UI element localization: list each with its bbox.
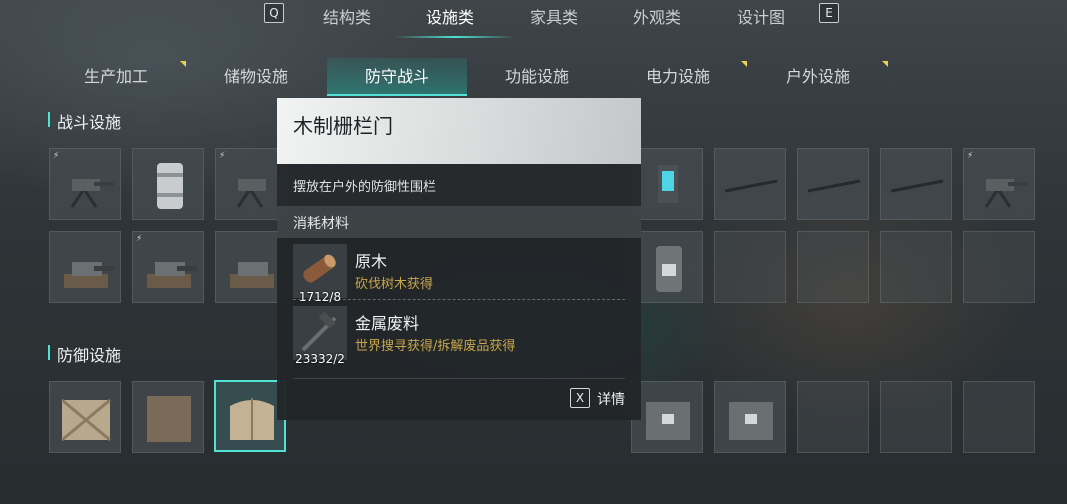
subtab-storage[interactable]: 储物设施	[186, 58, 326, 96]
top-category-nav: Q 结构类 设施类 家具类 外观类 设计图 E	[0, 0, 1067, 38]
lock-gate-icon	[729, 402, 773, 440]
details-button[interactable]: 详情	[597, 389, 625, 409]
material-name: 金属废料	[355, 314, 420, 333]
subtab-outdoor[interactable]: 户外设施	[748, 58, 888, 96]
item-slot-empty[interactable]	[880, 231, 952, 303]
sub-tab-bar: 生产加工 储物设施 防守战斗 功能设施 电力设施 户外设施	[0, 58, 1067, 96]
item-slot-barrel[interactable]	[132, 148, 204, 220]
material-name: 原木	[355, 252, 388, 271]
tooltip-description: 摆放在户外的防御性围栏	[293, 180, 437, 195]
tooltip-description-bar: 摆放在户外的防御性围栏	[277, 164, 641, 206]
barrel-icon	[157, 163, 183, 209]
key-hint-e[interactable]: E	[819, 3, 839, 23]
turret-icon	[984, 179, 1028, 208]
active-category-underline	[394, 36, 516, 38]
material-row: 1712/8 原木 砍伐树木获得	[293, 244, 625, 304]
locked-barrel-icon	[656, 246, 682, 292]
new-marker-icon	[882, 61, 888, 67]
key-hint-x[interactable]: X	[570, 388, 590, 408]
key-hint-q[interactable]: Q	[264, 3, 284, 23]
wood-wall-icon	[147, 396, 191, 442]
turret-icon	[70, 179, 114, 208]
item-slot-cannon[interactable]	[49, 231, 121, 303]
item-slot-turret[interactable]: ⚡	[49, 148, 121, 220]
section-title-defense: 防御设施	[48, 342, 121, 366]
wood-gate-icon	[230, 398, 274, 440]
subtab-defense-combat[interactable]: 防守战斗	[327, 58, 467, 96]
tab-blueprints[interactable]: 设计图	[737, 4, 785, 28]
material-row: 23332/2 金属废料 世界搜寻获得/拆解废品获得	[293, 306, 625, 366]
item-slot-wood-fence-gate[interactable]	[214, 380, 286, 452]
subtab-power[interactable]: 电力设施	[608, 58, 748, 96]
item-slot-tesla[interactable]	[631, 148, 703, 220]
item-slot-cannon[interactable]: ⚡	[132, 231, 204, 303]
materials-header: 消耗材料	[293, 216, 349, 232]
spike-trap-icon	[890, 179, 944, 193]
subtab-production[interactable]: 生产加工	[46, 58, 186, 96]
material-divider	[293, 299, 625, 300]
item-slot-empty[interactable]	[714, 231, 786, 303]
item-slot-locked-barrel[interactable]	[631, 231, 703, 303]
item-slot-empty[interactable]	[963, 231, 1035, 303]
subtab-function[interactable]: 功能设施	[467, 58, 607, 96]
item-slot-spike[interactable]	[880, 148, 952, 220]
material-count: 23332/2	[295, 352, 345, 366]
item-slot-empty[interactable]	[797, 381, 869, 453]
material-source: 世界搜寻获得/拆解废品获得	[355, 339, 516, 354]
item-tooltip: 木制栅栏门 摆放在户外的防御性围栏 消耗材料 1712/8 原木 砍伐树木获得 …	[277, 98, 641, 420]
item-slot-wood-fence[interactable]	[49, 381, 121, 453]
tooltip-title: 木制栅栏门	[293, 114, 393, 138]
item-slot-metal-gate[interactable]	[631, 381, 703, 453]
materials-list: 1712/8 原木 砍伐树木获得 23332/2 金属废料 世界搜寻获得/拆解废…	[277, 238, 641, 420]
tab-appearance[interactable]: 外观类	[633, 4, 681, 28]
cannon-icon	[147, 262, 197, 288]
item-slot-empty[interactable]	[963, 381, 1035, 453]
footer-divider	[293, 378, 625, 379]
item-slot-empty[interactable]	[797, 231, 869, 303]
spike-trap-icon	[724, 179, 778, 193]
item-slot-turret[interactable]: ⚡	[963, 148, 1035, 220]
tooltip-header: 木制栅栏门	[277, 98, 641, 164]
new-marker-icon	[741, 61, 747, 67]
tab-facilities[interactable]: 设施类	[426, 4, 474, 28]
item-slot-empty[interactable]	[880, 381, 952, 453]
item-slot-wood-wall[interactable]	[132, 381, 204, 453]
item-slot-spike[interactable]	[714, 148, 786, 220]
material-source: 砍伐树木获得	[355, 277, 434, 292]
item-slot-spike[interactable]	[797, 148, 869, 220]
tab-furniture[interactable]: 家具类	[530, 4, 578, 28]
wood-fence-icon	[61, 398, 111, 442]
section-title-combat: 战斗设施	[48, 109, 121, 133]
tab-structure[interactable]: 结构类	[323, 4, 371, 28]
cannon-icon	[64, 262, 114, 288]
material-count: 1712/8	[298, 290, 342, 304]
tesla-coil-icon	[658, 165, 678, 203]
item-slot-metal-gate[interactable]	[714, 381, 786, 453]
lock-gate-icon	[646, 402, 690, 440]
materials-header-bar: 消耗材料	[277, 206, 641, 238]
spike-trap-icon	[807, 179, 861, 193]
